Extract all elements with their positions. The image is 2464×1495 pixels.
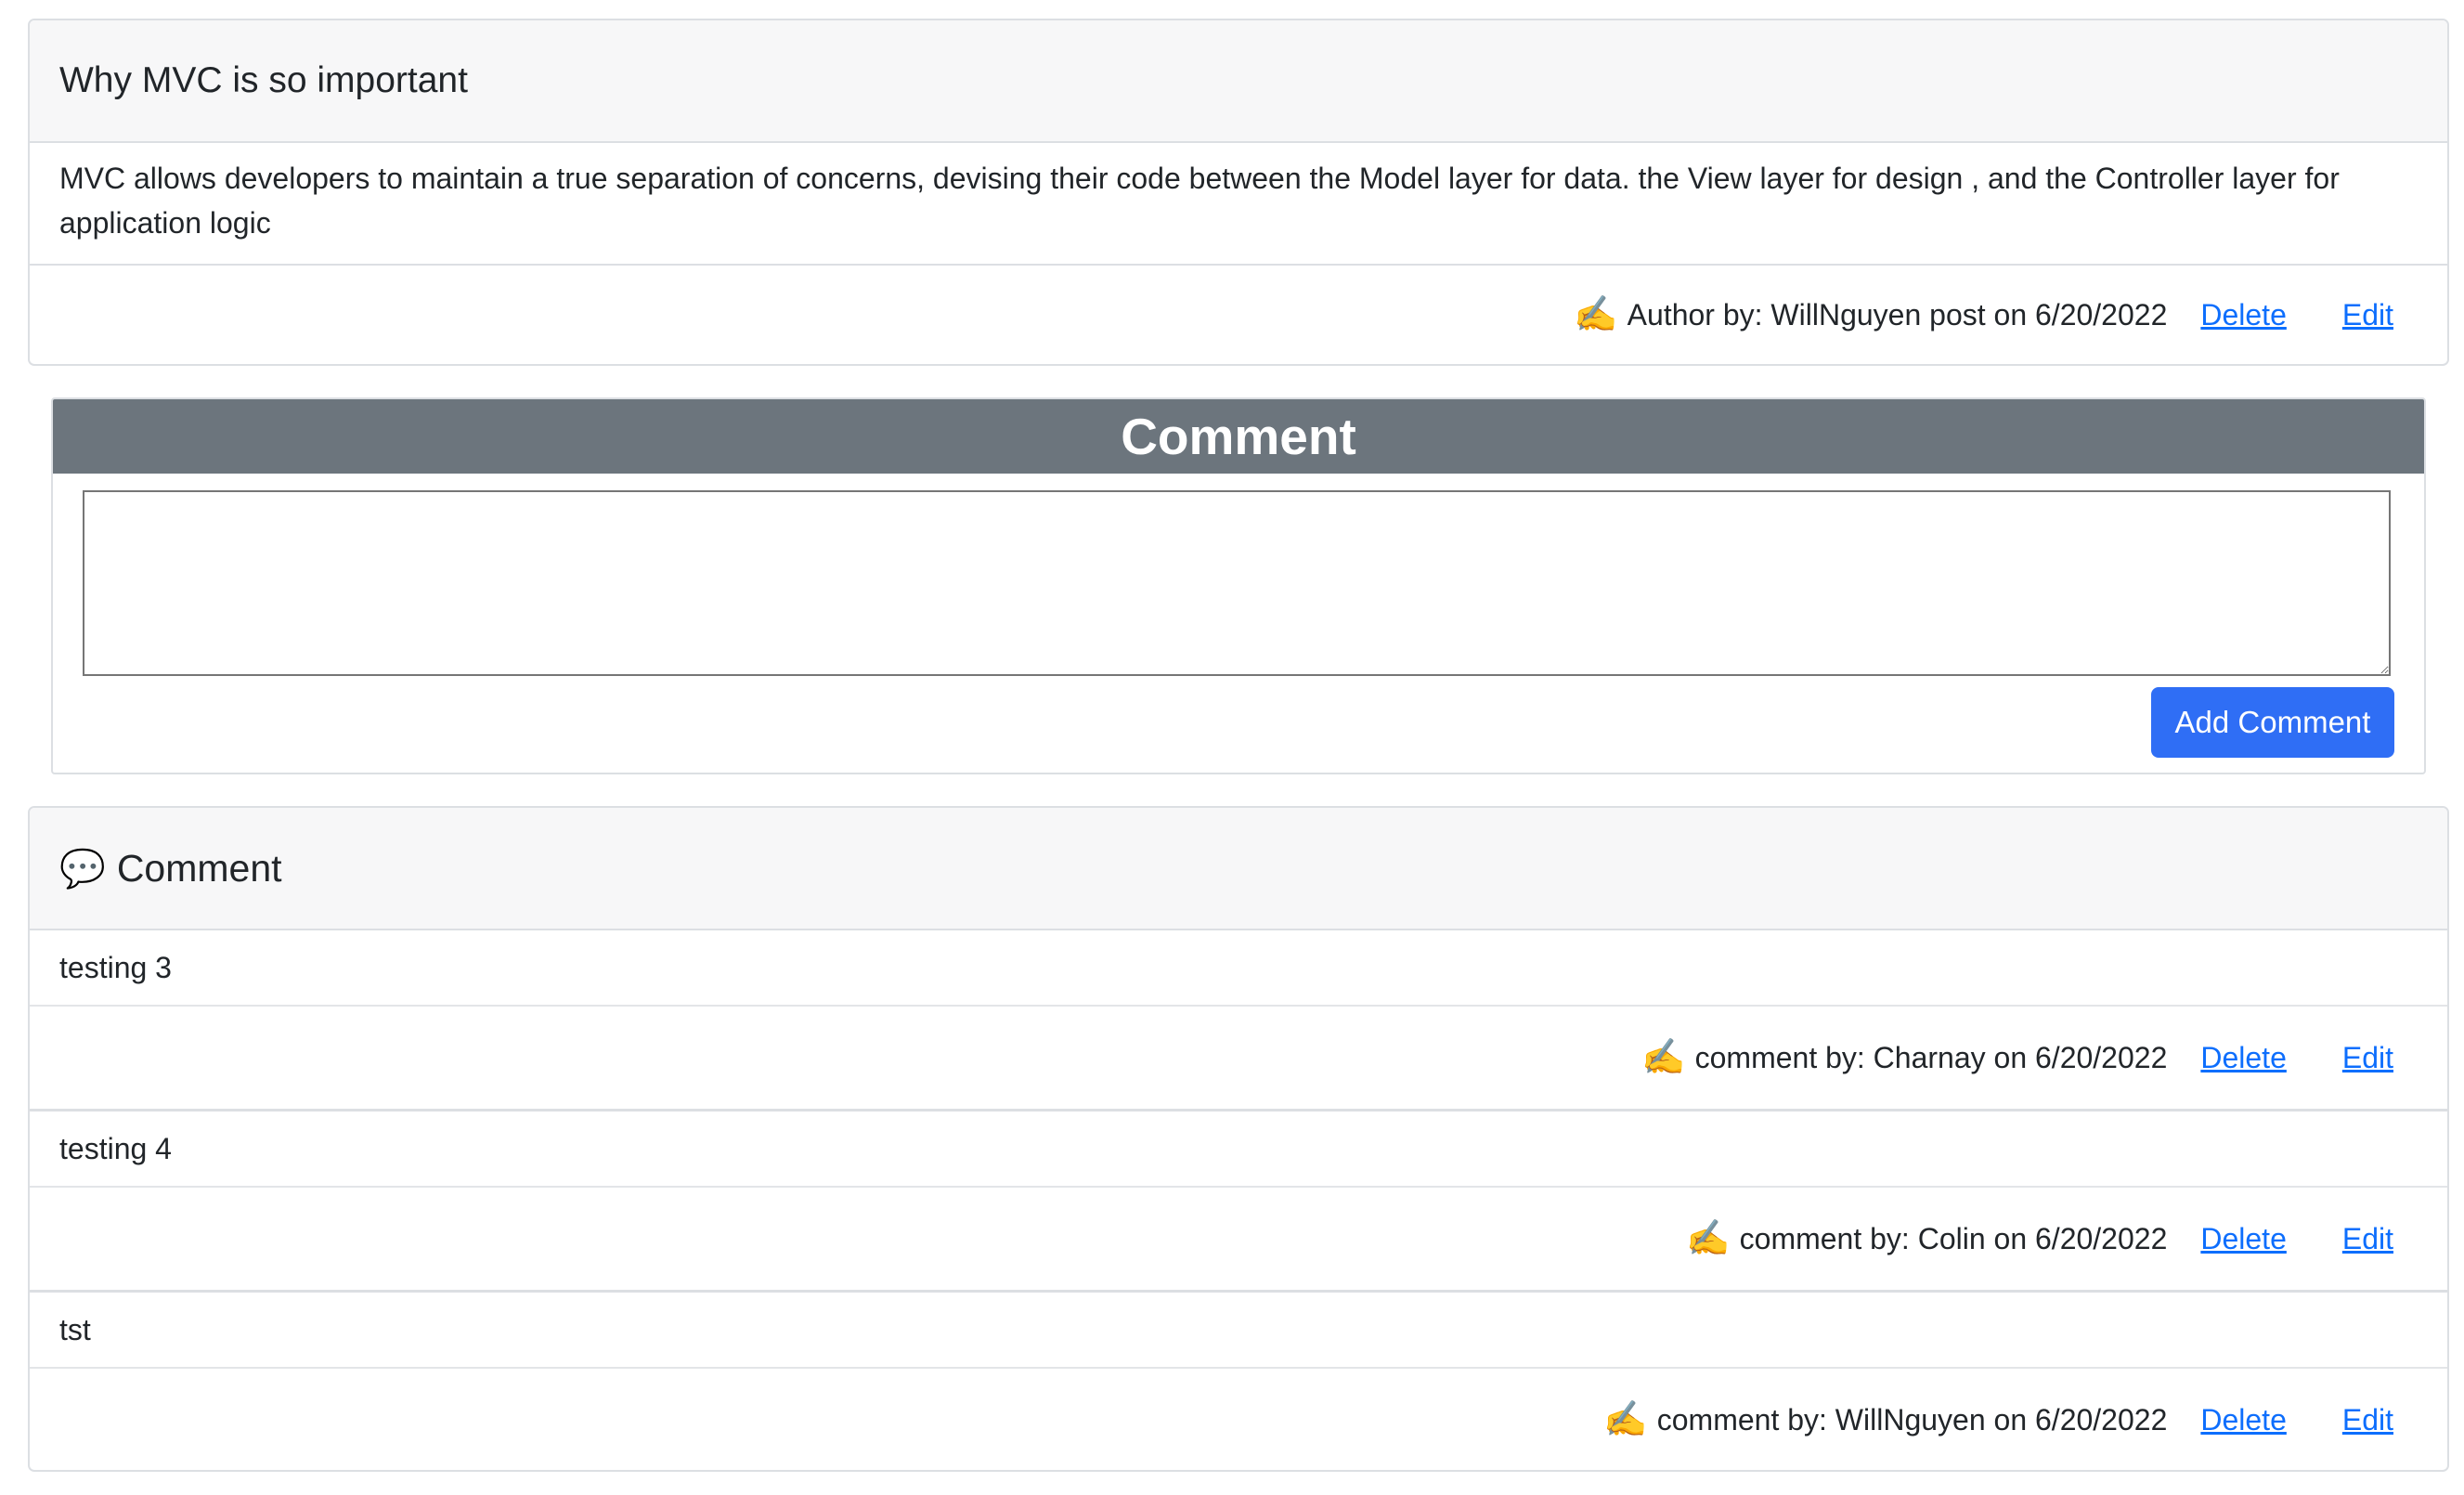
comment-text: testing 3 xyxy=(30,930,2447,1007)
writing-hand-icon: ✍️ xyxy=(1574,295,1618,334)
comment-textarea[interactable] xyxy=(83,490,2391,676)
comment-edit-link[interactable]: Edit xyxy=(2342,1403,2393,1437)
speech-bubble-icon: 💬 xyxy=(59,848,106,890)
post-edit-link[interactable]: Edit xyxy=(2342,298,2393,332)
comment-delete-link[interactable]: Delete xyxy=(2200,1403,2287,1437)
comment-delete-link[interactable]: Delete xyxy=(2200,1041,2287,1075)
comment-author-text: comment by: Colin on 6/20/2022 xyxy=(1739,1221,2168,1255)
post-body: MVC allows developers to maintain a true… xyxy=(30,143,2447,264)
comment-edit-link[interactable]: Edit xyxy=(2342,1041,2393,1075)
comment-author-text: comment by: WillNguyen on 6/20/2022 xyxy=(1656,1402,2168,1436)
comments-title: 💬 Comment xyxy=(59,847,282,890)
comment-meta: ✍️ comment by: Charnay on 6/20/2022 xyxy=(1641,1037,2167,1078)
post-title: Why MVC is so important xyxy=(59,60,468,100)
post-header: Why MVC is so important xyxy=(30,20,2447,143)
post-meta: ✍️ Author by: WillNguyen post on 6/20/20… xyxy=(1574,294,2167,335)
comments-title-text: Comment xyxy=(116,846,282,890)
post-author-text: Author by: WillNguyen post on 6/20/2022 xyxy=(1627,297,2168,332)
comment-item: testing 3 ✍️ comment by: Charnay on 6/20… xyxy=(30,930,2447,1112)
comment-footer: ✍️ comment by: Colin on 6/20/2022 Delete… xyxy=(30,1188,2447,1290)
comment-text: tst xyxy=(30,1293,2447,1369)
writing-hand-icon: ✍️ xyxy=(1641,1038,1686,1077)
post-footer: ✍️ Author by: WillNguyen post on 6/20/20… xyxy=(30,264,2447,364)
comment-edit-link[interactable]: Edit xyxy=(2342,1222,2393,1256)
writing-hand-icon: ✍️ xyxy=(1686,1219,1731,1258)
comment-meta: ✍️ comment by: WillNguyen on 6/20/2022 xyxy=(1603,1399,2167,1440)
post-delete-link[interactable]: Delete xyxy=(2200,298,2287,332)
comment-footer: ✍️ comment by: WillNguyen on 6/20/2022 D… xyxy=(30,1369,2447,1470)
comments-header: 💬 Comment xyxy=(30,808,2447,930)
comment-item: testing 4 ✍️ comment by: Colin on 6/20/2… xyxy=(30,1112,2447,1293)
comment-author-text: comment by: Charnay on 6/20/2022 xyxy=(1694,1040,2168,1074)
comments-card: 💬 Comment testing 3 ✍️ comment by: Charn… xyxy=(28,806,2449,1472)
add-comment-button[interactable]: Add Comment xyxy=(2151,687,2394,758)
comment-item: tst ✍️ comment by: WillNguyen on 6/20/20… xyxy=(30,1293,2447,1470)
post-card: Why MVC is so important MVC allows devel… xyxy=(28,19,2449,366)
comment-footer: ✍️ comment by: Charnay on 6/20/2022 Dele… xyxy=(30,1007,2447,1109)
comment-text: testing 4 xyxy=(30,1112,2447,1188)
post-body-text: MVC allows developers to maintain a true… xyxy=(59,162,2340,240)
comment-delete-link[interactable]: Delete xyxy=(2200,1222,2287,1256)
comment-meta: ✍️ comment by: Colin on 6/20/2022 xyxy=(1686,1218,2167,1259)
comment-form-title: Comment xyxy=(53,399,2424,474)
comment-form-card: Comment Add Comment xyxy=(51,397,2426,774)
writing-hand-icon: ✍️ xyxy=(1603,1400,1648,1439)
